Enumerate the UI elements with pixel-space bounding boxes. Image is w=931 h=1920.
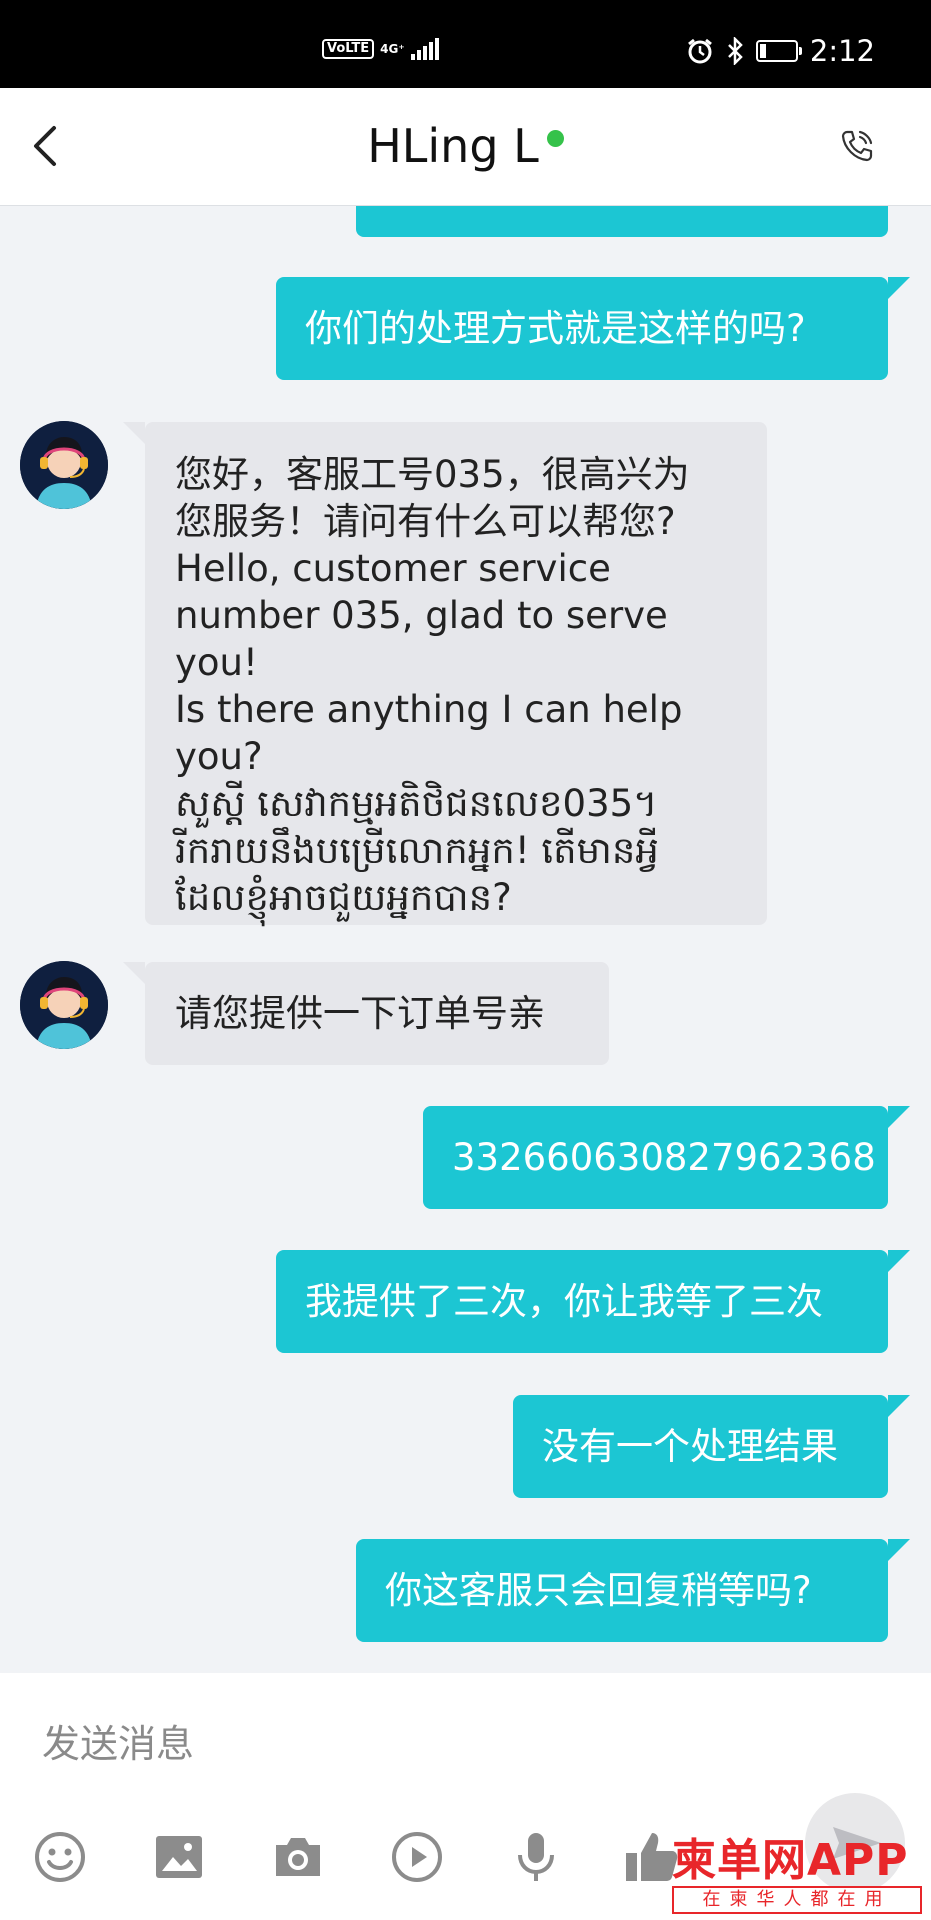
battery-icon	[755, 40, 802, 62]
outgoing-message[interactable]: 没有一个处理结果	[513, 1395, 910, 1498]
4g-label: 4G⁺	[380, 42, 405, 56]
bluetooth-icon	[727, 37, 743, 65]
phone-call-icon[interactable]	[839, 128, 875, 164]
message-line: you?	[175, 735, 263, 778]
signal-icon	[410, 38, 439, 60]
alarm-icon	[687, 38, 712, 64]
chat-header: HLing L	[0, 88, 931, 206]
message-line: 您服务！请问有什么可以帮您?	[175, 500, 676, 543]
message-text: 你们的处理方式就是这样的吗?	[305, 307, 806, 350]
outgoing-message[interactable]: 你这客服只会回复稍等吗?	[356, 1539, 910, 1642]
message-line: Hello, customer service	[175, 547, 611, 590]
outgoing-message[interactable]: 332660630827962368	[423, 1106, 910, 1209]
agent-avatar-icon	[20, 421, 108, 509]
outgoing-message[interactable]: 我提供了三次，你让我等了三次	[276, 1250, 910, 1353]
message-line: ដែលខ្ញុំអាចជួយអ្នកបាន?	[175, 876, 512, 919]
agent-avatar-icon	[20, 961, 108, 1049]
volte-label: VoLTE	[322, 39, 375, 59]
status-bar: VoLTE 4G⁺ 2:12	[0, 0, 931, 88]
status-right: 2:12	[686, 34, 875, 68]
message-text: 332660630827962368	[452, 1136, 876, 1179]
agent-avatar[interactable]	[20, 421, 108, 509]
message-line: សួស្តី សេវាកម្មអតិថិជនលេខ035។	[175, 782, 658, 825]
image-icon[interactable]	[151, 1829, 207, 1885]
video-icon[interactable]	[389, 1829, 445, 1885]
message-line: Is there anything I can help	[175, 688, 683, 731]
message-line: រីករាយនឹងបម្រើលោកអ្នក! តើមានអ្វី	[175, 829, 659, 872]
message-line: 您好，客服工号035，很高兴为	[175, 453, 690, 496]
watermark: 柬单网APP 在柬华人都在用	[672, 1836, 922, 1916]
message-text: 我提供了三次，你让我等了三次	[305, 1280, 823, 1323]
camera-icon[interactable]	[270, 1829, 326, 1885]
message-text: 你这客服只会回复稍等吗?	[385, 1569, 812, 1612]
message-input[interactable]	[40, 1713, 744, 1775]
contact-name: HLing L	[367, 119, 539, 173]
network-indicators: VoLTE 4G⁺	[322, 38, 439, 60]
watermark-tagline: 在柬华人都在用	[672, 1886, 922, 1914]
message-text: 请您提供一下订单号亲	[175, 992, 545, 1035]
message-list[interactable]: 你们的处理方式就是这样的吗? 您好，客服工号035，很高兴为 您服务！请问有什么…	[0, 205, 931, 1673]
message-line: number 035, glad to serve you!	[175, 594, 668, 684]
agent-avatar[interactable]	[20, 961, 108, 1049]
clock: 2:12	[809, 34, 875, 68]
incoming-message[interactable]: 您好，客服工号035，很高兴为 您服务！请问有什么可以帮您? Hello, cu…	[123, 422, 767, 925]
mic-icon[interactable]	[508, 1829, 564, 1885]
incoming-message[interactable]: 请您提供一下订单号亲	[123, 962, 609, 1065]
contact-name-wrap: HLing L	[0, 118, 931, 174]
outgoing-message[interactable]: 你们的处理方式就是这样的吗?	[276, 277, 910, 380]
online-status-dot	[546, 130, 564, 147]
outgoing-message[interactable]	[356, 205, 888, 237]
emoji-icon[interactable]	[32, 1829, 88, 1885]
message-text: 没有一个处理结果	[542, 1425, 838, 1468]
watermark-brand: 柬单网APP	[672, 1835, 909, 1886]
